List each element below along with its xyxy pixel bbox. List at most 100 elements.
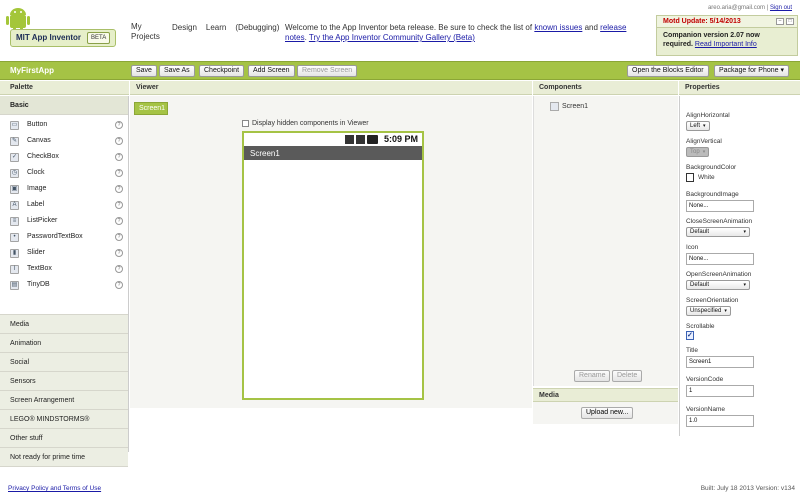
title-field[interactable]: Screen1 [686,356,754,368]
open-screen-animation-select[interactable]: Default ▾ [686,280,750,290]
display-hidden-checkbox[interactable] [242,120,249,127]
phone-preview[interactable]: 5:09 PM Screen1 [242,131,424,400]
help-icon[interactable]: ? [115,233,123,241]
button-icon: ▭ [10,121,19,130]
palette-category-basic[interactable]: Basic [0,96,128,115]
prop-background-color-label: BackgroundColor [686,164,737,171]
palette-item-button[interactable]: ▭ Button? [0,118,128,134]
palette-category[interactable]: Other stuff [0,429,128,448]
palette-category[interactable]: Screen Arrangement [0,391,128,410]
account-separator: | [766,5,769,11]
version-name-field[interactable]: 1.0 [686,415,754,427]
palette-category[interactable]: LEGO® MINDSTORMS® [0,410,128,429]
align-vertical-value: Top [690,149,700,155]
save-button[interactable]: Save [131,65,157,77]
open-blocks-editor-button[interactable]: Open the Blocks Editor [627,65,709,77]
palette-item-label[interactable]: A Label? [0,198,128,214]
motd-title: Motd Update: 5/14/2013 [663,18,741,25]
palette-item-passwordtextbox[interactable]: • PasswordTextBox? [0,230,128,246]
chevron-down-icon: ▾ [743,229,746,235]
motd-panel: Motd Update: 5/14/2013 – □ Companion ver… [656,15,798,56]
prop-align-horizontal-label: AlignHorizontal [686,112,730,119]
privacy-terms-link[interactable]: Privacy Policy and Terms of Use [8,485,101,492]
palette-category[interactable]: Animation [0,334,128,353]
background-color-picker[interactable]: White [686,173,736,182]
media-header: Media [533,388,678,402]
motd-info-link[interactable]: Read Important Info [695,41,757,48]
screen-orientation-select[interactable]: Unspecified ▾ [686,306,731,316]
palette-item-label: Slider [27,249,45,256]
align-horizontal-select[interactable]: Left ▾ [686,121,710,131]
palette-item-listpicker[interactable]: ≡ ListPicker? [0,214,128,230]
screen-selector-tab[interactable]: Screen1 [134,102,168,115]
help-icon[interactable]: ? [115,169,123,177]
component-tree-root[interactable]: Screen1 [550,102,588,111]
palette-item-canvas[interactable]: ✎ Canvas? [0,134,128,150]
add-screen-button[interactable]: Add Screen [248,65,295,77]
palette-item-tinydb[interactable]: ▤ TinyDB? [0,278,128,294]
palette-categories: Media Animation Social Sensors Screen Arrang… [0,315,128,467]
clock-icon: ◷ [10,169,19,178]
scrollable-checkbox[interactable]: ✓ [686,331,694,340]
slider-icon: ▮ [10,249,19,258]
palette-item-image[interactable]: ▣ Image? [0,182,128,198]
palette-category[interactable]: Social [0,353,128,372]
sign-out-link[interactable]: Sign out [770,5,792,11]
help-icon[interactable]: ? [115,217,123,225]
gallery-link[interactable]: Try the App Inventor Community Gallery (… [309,33,475,42]
help-icon[interactable]: ? [115,137,123,145]
screen-orientation-value: Unspecified [690,308,722,314]
help-icon[interactable]: ? [115,185,123,193]
palette-category[interactable]: Not ready for prime time [0,448,128,467]
palette-item-slider[interactable]: ▮ Slider? [0,246,128,262]
package-for-phone-button[interactable]: Package for Phone ▾ [714,65,790,77]
canvas-icon: ✎ [10,137,19,146]
palette-item-textbox[interactable]: I TextBox? [0,262,128,278]
help-icon[interactable]: ? [115,281,123,289]
icon-field[interactable]: None... [686,253,754,265]
nav-design[interactable]: Design [172,23,197,42]
account-bar: areo.aria@gmail.com | Sign out [708,5,792,11]
palette-item-label: Canvas [27,137,51,144]
motd-expand-icon[interactable]: □ [786,18,794,25]
palette-item-clock[interactable]: ◷ Clock? [0,166,128,182]
remove-screen-button[interactable]: Remove Screen [297,65,358,77]
app-inventor-logo[interactable]: MIT App Inventor BETA [4,4,116,48]
rename-button[interactable]: Rename [574,370,611,382]
palette-category[interactable]: Media [0,315,128,334]
palette-item-label: TinyDB [27,281,50,288]
motd-header: Motd Update: 5/14/2013 – □ [657,16,797,28]
prop-screen-orientation: ScreenOrientation Unspecified ▾ [686,297,738,316]
display-hidden-checkbox-row[interactable]: Display hidden components in Viewer [242,120,369,127]
nav-my-projects[interactable]: My Projects [131,22,163,42]
version-code-field[interactable]: 1 [686,385,754,397]
help-icon[interactable]: ? [115,249,123,257]
help-icon[interactable]: ? [115,201,123,209]
open-screen-animation-value: Default [690,282,710,288]
align-vertical-select[interactable]: Top ▾ [686,147,710,157]
battery-icon [367,135,378,144]
display-hidden-label: Display hidden components in Viewer [252,120,369,127]
close-screen-animation-select[interactable]: Default ▾ [686,227,750,237]
known-issues-link[interactable]: known issues [534,23,582,32]
palette-item-checkbox[interactable]: ✓ CheckBox? [0,150,128,166]
save-as-button[interactable]: Save As [159,65,195,77]
media-panel: Upload new... [533,402,678,424]
upload-new-button[interactable]: Upload new... [581,407,634,419]
help-icon[interactable]: ? [115,265,123,273]
checkpoint-button[interactable]: Checkpoint [199,65,245,77]
help-icon[interactable]: ? [115,121,123,129]
background-image-field[interactable]: None... [686,200,754,212]
palette-category[interactable]: Sensors [0,372,128,391]
beta-badge: BETA [87,32,111,44]
delete-button[interactable]: Delete [612,370,643,382]
tinydb-icon: ▤ [10,281,19,290]
chevron-down-icon: ▾ [743,282,746,288]
nav-debugging[interactable]: (Debugging) [235,23,279,42]
palette-panel: Basic ▭ Button? ✎ Canvas? ✓ CheckBox? ◷ Clock? ▣… [0,96,129,467]
motd-minimize-icon[interactable]: – [776,18,784,25]
nav-learn[interactable]: Learn [206,23,226,42]
help-icon[interactable]: ? [115,153,123,161]
close-screen-animation-value: Default [690,229,710,235]
prop-screen-orientation-label: ScreenOrientation [686,297,739,304]
